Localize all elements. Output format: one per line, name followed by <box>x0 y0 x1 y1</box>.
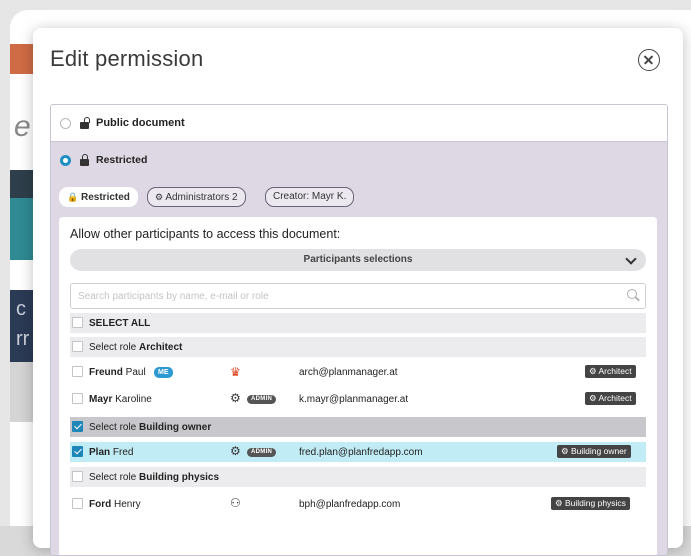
participant-email: bph@planfredapp.com <box>299 499 401 510</box>
background-title-fragment: e <box>14 110 31 143</box>
role-building-owner-checkbox[interactable] <box>72 421 83 432</box>
participant-row[interactable]: Freund Paul ME ♛ arch@planmanager.at ⚙ A… <box>70 362 646 382</box>
unlock-icon <box>80 117 90 129</box>
participant-row[interactable]: Mayr Karoline ⚙ ADMIN k.mayr@planmanager… <box>70 389 646 409</box>
participant-email: fred.plan@planfredapp.com <box>299 447 423 458</box>
permission-options-panel: Public document Restricted 🔒 Restricted … <box>50 104 668 556</box>
role-name: Building owner <box>139 422 212 433</box>
me-badge: ME <box>154 367 173 378</box>
admin-user-icon: ⚙ <box>230 391 241 405</box>
role-prefix: Select role <box>89 422 140 433</box>
restricted-label: Restricted <box>96 154 148 166</box>
select-all-label: SELECT ALL <box>89 318 151 329</box>
option-public-document[interactable]: Public document <box>51 105 667 142</box>
participant-checkbox[interactable] <box>72 498 83 509</box>
public-radio[interactable] <box>60 118 71 129</box>
dialog-title: Edit permission <box>50 46 204 71</box>
role-tag: ⚙ Building physics <box>551 497 630 510</box>
role-building-physics-label: Select role Building physics <box>89 472 219 483</box>
user-icon: ⚇ <box>230 496 241 510</box>
participants-selection-dropdown[interactable]: Participants selections <box>70 249 646 271</box>
participant-name: Ford Henry <box>89 499 141 510</box>
participants-selection-label: Participants selections <box>303 254 413 265</box>
role-building-owner-label: Select role Building owner <box>89 422 211 433</box>
role-architect-label: Select role Architect <box>89 342 182 353</box>
participant-row-selected[interactable]: Plan Fred ⚙ ADMIN fred.plan@planfredapp.… <box>70 442 646 462</box>
role-tag: ⚙ Architect <box>585 392 636 405</box>
tab-restricted[interactable]: 🔒 Restricted <box>59 187 138 207</box>
close-icon[interactable] <box>638 49 660 71</box>
admin-user-icon: ⚙ <box>230 444 241 458</box>
participant-email: k.mayr@planmanager.at <box>299 394 409 405</box>
role-tag: ⚙ Architect <box>585 365 636 378</box>
participant-name: Freund Paul <box>89 367 146 378</box>
participants-card: Allow other participants to access this … <box>59 217 657 555</box>
role-name: Building physics <box>139 472 220 483</box>
role-tag: ⚙ Building owner <box>557 445 631 458</box>
tab-restricted-label: Restricted <box>81 192 130 203</box>
lock-icon: 🔒 <box>67 192 79 202</box>
admin-user-icon: ⚙ <box>155 192 164 202</box>
tab-administrators-label: Administrators 2 <box>165 192 238 203</box>
admin-badge: ADMIN <box>247 395 277 404</box>
search-input[interactable] <box>76 287 620 305</box>
background-navy-letter: rr <box>16 328 30 350</box>
role-building-physics-checkbox[interactable] <box>72 471 83 482</box>
select-all-checkbox[interactable] <box>72 317 83 328</box>
role-name: Architect <box>139 342 183 353</box>
search-icon <box>627 289 637 299</box>
participant-name: Plan Fred <box>89 447 134 458</box>
participant-email: arch@planmanager.at <box>299 367 398 378</box>
tab-creator[interactable]: Creator: Mayr K. <box>265 187 355 207</box>
admin-badge: ADMIN <box>247 448 277 457</box>
participant-checkbox[interactable] <box>72 366 83 377</box>
select-role-building-owner-row[interactable]: Select role Building owner <box>70 417 646 437</box>
tab-administrators[interactable]: ⚙ Administrators 2 <box>147 187 246 207</box>
lock-icon <box>80 154 89 166</box>
role-prefix: Select role <box>89 342 140 353</box>
option-restricted[interactable]: Restricted <box>51 142 667 178</box>
participant-row[interactable]: Ford Henry ⚇ bph@planfredapp.com ⚙ Build… <box>70 494 646 514</box>
participant-name: Mayr Karoline <box>89 394 152 405</box>
restricted-radio[interactable] <box>60 155 71 166</box>
select-all-row[interactable]: SELECT ALL <box>70 313 646 333</box>
tab-creator-label: Creator: Mayr K. <box>273 191 347 202</box>
select-role-building-physics-row[interactable]: Select role Building physics <box>70 467 646 487</box>
public-label: Public document <box>96 117 185 129</box>
search-field[interactable] <box>70 283 646 309</box>
background-navy-letter: c <box>16 298 26 320</box>
role-architect-checkbox[interactable] <box>72 341 83 352</box>
role-prefix: Select role <box>89 472 140 483</box>
crown-icon: ♛ <box>230 365 241 379</box>
participant-checkbox[interactable] <box>72 446 83 457</box>
participant-checkbox[interactable] <box>72 393 83 404</box>
select-role-architect-row[interactable]: Select role Architect <box>70 337 646 357</box>
edit-permission-dialog: Edit permission Public document Restrict… <box>33 28 683 556</box>
access-heading: Allow other participants to access this … <box>70 227 341 241</box>
